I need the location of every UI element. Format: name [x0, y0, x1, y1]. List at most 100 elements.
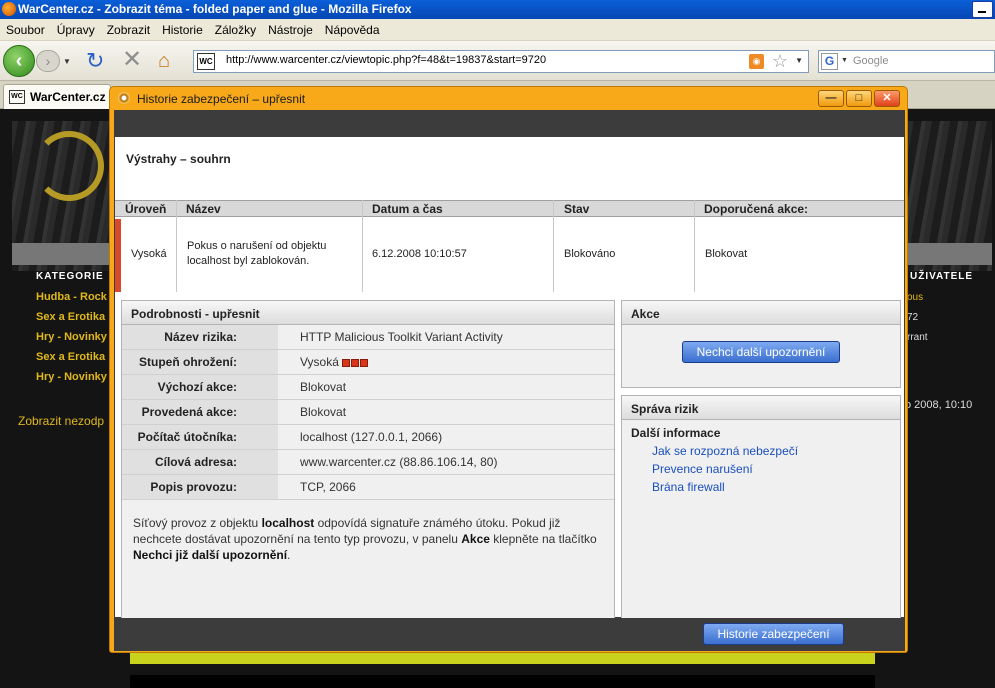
detail-row: Popis provozu: TCP, 2066 — [122, 475, 614, 500]
description-text: klepněte na tlačítko — [489, 532, 597, 546]
detail-value: localhost (127.0.0.1, 2066) — [300, 430, 443, 444]
show-unanswered-link[interactable]: Zobrazit nezodp — [18, 414, 104, 428]
column-divider — [694, 200, 695, 292]
search-input[interactable]: Google — [853, 55, 888, 67]
search-bar[interactable]: G ▼ Google — [818, 50, 995, 73]
security-history-dialog: Historie zabezpečení – upřesnit — □ ✕ Vý… — [109, 86, 908, 653]
details-heading: Podrobnosti - upřesnit — [131, 307, 260, 321]
bookmark-star-icon[interactable]: ☆ — [772, 51, 788, 72]
do-not-notify-button[interactable]: Nechci další upozornění — [682, 341, 840, 363]
url-bar[interactable]: WC http://www.warcenter.cz/viewtopic.php… — [193, 50, 809, 73]
column-header-name[interactable]: Název — [186, 202, 221, 216]
column-divider — [362, 200, 363, 292]
dialog-title: Historie zabezpečení – upřesnit — [137, 92, 306, 106]
post-date: o 2008, 10:10 — [905, 399, 973, 411]
menu-item-zalozky[interactable]: Záložky — [209, 19, 262, 41]
rss-feed-icon[interactable]: ◉ — [749, 54, 764, 69]
menu-bar: Soubor Úpravy Zobrazit Historie Záložky Nástr… — [0, 19, 995, 41]
table-header-row: Úroveň Název Datum a čas Stav Doporučená… — [115, 200, 904, 217]
alert-recommended-action: Blokovat — [705, 248, 748, 260]
detail-label: Název rizika: — [122, 325, 278, 349]
user-link[interactable]: 72 — [907, 312, 918, 323]
more-info-heading: Další informace — [631, 426, 721, 440]
url-dropdown-icon[interactable]: ▼ — [795, 56, 803, 65]
user-link[interactable]: rrant — [907, 332, 928, 343]
tab-label: WarCenter.cz — [30, 90, 106, 104]
detail-label: Stupeň ohrožení: — [122, 350, 278, 374]
dialog-close-button[interactable]: ✕ — [874, 90, 900, 107]
dialog-maximize-button[interactable]: □ — [846, 90, 872, 107]
dialog-title-bar[interactable]: Historie zabezpečení – upřesnit — □ ✕ — [110, 87, 907, 110]
detail-label: Provedená akce: — [122, 400, 278, 424]
actions-panel: Akce Nechci další upozornění — [621, 300, 901, 388]
category-link[interactable]: Hudba - Rock — [36, 291, 107, 303]
description-bold: Nechci již další upozornění — [133, 548, 288, 562]
detail-value: Blokovat — [300, 405, 347, 419]
category-link[interactable]: Sex a Erotika — [36, 351, 105, 363]
menu-item-napoveda[interactable]: Nápověda — [319, 19, 386, 41]
history-dropdown-icon[interactable]: ▼ — [63, 57, 71, 66]
firefox-icon — [2, 2, 16, 16]
actions-panel-header: Akce — [622, 301, 900, 325]
risk-link-firewall[interactable]: Brána firewall — [652, 480, 725, 494]
alert-level: Vysoká — [131, 248, 167, 260]
window-title: WarCenter.cz - Zobrazit téma - folded pa… — [18, 2, 412, 16]
actions-heading: Akce — [631, 307, 660, 321]
risk-panel-header: Správa rizik — [622, 396, 900, 420]
detail-row: Výchozí akce: Blokovat — [122, 375, 614, 400]
security-history-button[interactable]: Historie zabezpečení — [703, 623, 844, 645]
search-engine-dropdown-icon[interactable]: ▼ — [841, 57, 848, 64]
details-panel: Podrobnosti - upřesnit Název rizika: HTT… — [121, 300, 615, 635]
dialog-content: Výstrahy – souhrn Úroveň Název Datum a č… — [115, 137, 904, 635]
forward-button[interactable]: › — [36, 50, 60, 72]
risk-link-intrusion-prevention[interactable]: Prevence narušení — [652, 462, 753, 476]
dialog-footer: Historie zabezpečení — [115, 618, 904, 648]
user-link[interactable]: ous — [907, 292, 923, 303]
category-link[interactable]: Hry - Novinky — [36, 371, 107, 383]
url-text[interactable]: http://www.warcenter.cz/viewtopic.php?f=… — [226, 54, 546, 66]
banner-swirl-graphic — [34, 131, 104, 201]
navigation-toolbar: ‹ › ▼ ↻ ✕ ⌂ WC http://www.warcenter.cz/v… — [0, 41, 995, 81]
risk-heading: Správa rizik — [631, 402, 699, 416]
detail-row: Počítač útočníka: localhost (127.0.0.1, … — [122, 425, 614, 450]
menu-item-upravy[interactable]: Úpravy — [51, 19, 101, 41]
description-bold: Akce — [461, 532, 490, 546]
back-button[interactable]: ‹ — [3, 45, 35, 77]
description-text: . — [287, 548, 291, 562]
severity-indicator — [115, 219, 121, 292]
categories-heading: KATEGORIE — [36, 271, 104, 282]
column-header-datetime[interactable]: Datum a čas — [372, 202, 443, 216]
alert-status: Blokováno — [564, 248, 616, 260]
menu-item-historie[interactable]: Historie — [156, 19, 209, 41]
column-header-recommended-action[interactable]: Doporučená akce: — [704, 202, 808, 216]
category-link[interactable]: Sex a Erotika — [36, 311, 105, 323]
dialog-minimize-button[interactable]: — — [818, 90, 844, 107]
tab-warcenter[interactable]: WC WarCenter.cz — [3, 84, 111, 109]
menu-item-soubor[interactable]: Soubor — [0, 19, 51, 41]
detail-row: Název rizika: HTTP Malicious Toolkit Var… — [122, 325, 614, 350]
table-row[interactable]: Vysoká Pokus o narušení od objektu local… — [115, 219, 904, 292]
dialog-body: Výstrahy – souhrn Úroveň Název Datum a č… — [114, 110, 905, 651]
column-header-level[interactable]: Úroveň — [125, 202, 166, 216]
column-header-status[interactable]: Stav — [564, 202, 589, 216]
google-search-engine-icon[interactable]: G — [821, 53, 838, 70]
detail-row: Provedená akce: Blokovat — [122, 400, 614, 425]
detail-row: Cílová adresa: www.warcenter.cz (88.86.1… — [122, 450, 614, 475]
reload-button[interactable]: ↻ — [86, 49, 104, 73]
detail-value: Blokovat — [300, 380, 347, 394]
detail-label: Cílová adresa: — [122, 450, 278, 474]
category-link[interactable]: Hry - Novinky — [36, 331, 107, 343]
users-heading: UŽIVATELE — [910, 271, 974, 282]
menu-item-nastroje[interactable]: Nástroje — [262, 19, 319, 41]
alert-name: Pokus o narušení od objektu localhost by… — [187, 240, 327, 267]
security-app-icon — [118, 92, 130, 104]
details-description: Síťový provoz z objektu localhost odpoví… — [133, 515, 603, 563]
minimize-window-button[interactable] — [972, 1, 993, 18]
details-panel-header: Podrobnosti - upřesnit — [122, 301, 614, 325]
site-favicon-icon: WC — [197, 53, 215, 70]
stop-button[interactable]: ✕ — [122, 47, 142, 73]
home-button[interactable]: ⌂ — [158, 50, 170, 72]
browser-title-bar: WarCenter.cz - Zobrazit téma - folded pa… — [0, 0, 995, 19]
menu-item-zobrazit[interactable]: Zobrazit — [101, 19, 156, 41]
risk-link-detect-danger[interactable]: Jak se rozpozná nebezpečí — [652, 444, 798, 458]
